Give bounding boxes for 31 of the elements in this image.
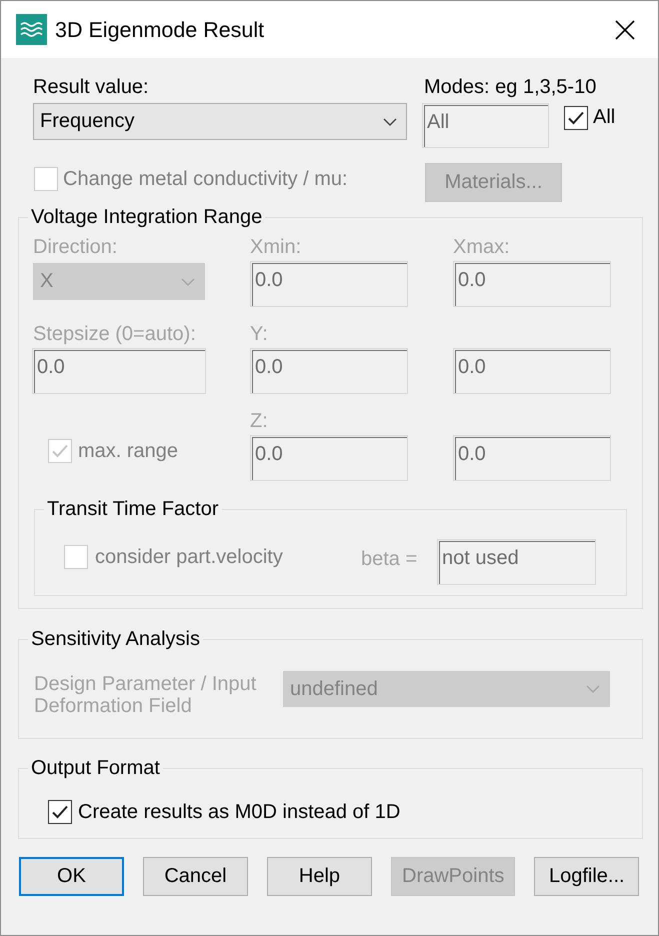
checkbox-label: max. range — [78, 440, 178, 462]
field-label: Direction: — [33, 236, 118, 259]
field-label: Xmax: — [453, 236, 510, 259]
field-label: beta = — [361, 548, 418, 571]
checkbox[interactable] — [48, 800, 72, 824]
dropdown[interactable]: Frequency — [33, 103, 407, 140]
field-label: Xmin: — [250, 236, 302, 259]
close-icon[interactable] — [615, 20, 635, 40]
group-title: Sensitivity Analysis — [30, 628, 201, 651]
checkbox-label: Change metal conductivity / mu: — [63, 168, 348, 190]
checkbox-label: consider part.velocity — [95, 546, 283, 568]
chevron-down-icon — [181, 278, 195, 286]
field-label: Stepsize (0=auto): — [33, 323, 196, 346]
chevron-down-icon — [586, 685, 600, 693]
field-label: Result value: — [33, 76, 150, 99]
dialog-button[interactable]: OK — [19, 857, 124, 896]
chevron-down-icon — [383, 118, 397, 126]
group-title: Transit Time Factor — [46, 498, 220, 521]
dialog-button[interactable]: Logfile... — [534, 857, 640, 896]
field-label: Modes: eg 1,3,5-10 — [423, 76, 598, 99]
checkbox-label: Create results as M0D instead of 1D — [78, 800, 400, 824]
waves-icon — [16, 14, 47, 45]
dialog-button[interactable]: Help — [267, 857, 372, 896]
field-label: Z: — [250, 410, 268, 433]
dialog-button[interactable]: Cancel — [143, 857, 248, 896]
field-label: Design Parameter / Input Deformation Field — [34, 673, 258, 717]
group-title: Voltage Integration Range — [30, 206, 264, 229]
window-title: 3D Eigenmode Result — [55, 16, 264, 42]
field-label: Y: — [250, 323, 268, 346]
checkbox-label: All — [593, 106, 616, 129]
group-title: Output Format — [30, 757, 161, 780]
